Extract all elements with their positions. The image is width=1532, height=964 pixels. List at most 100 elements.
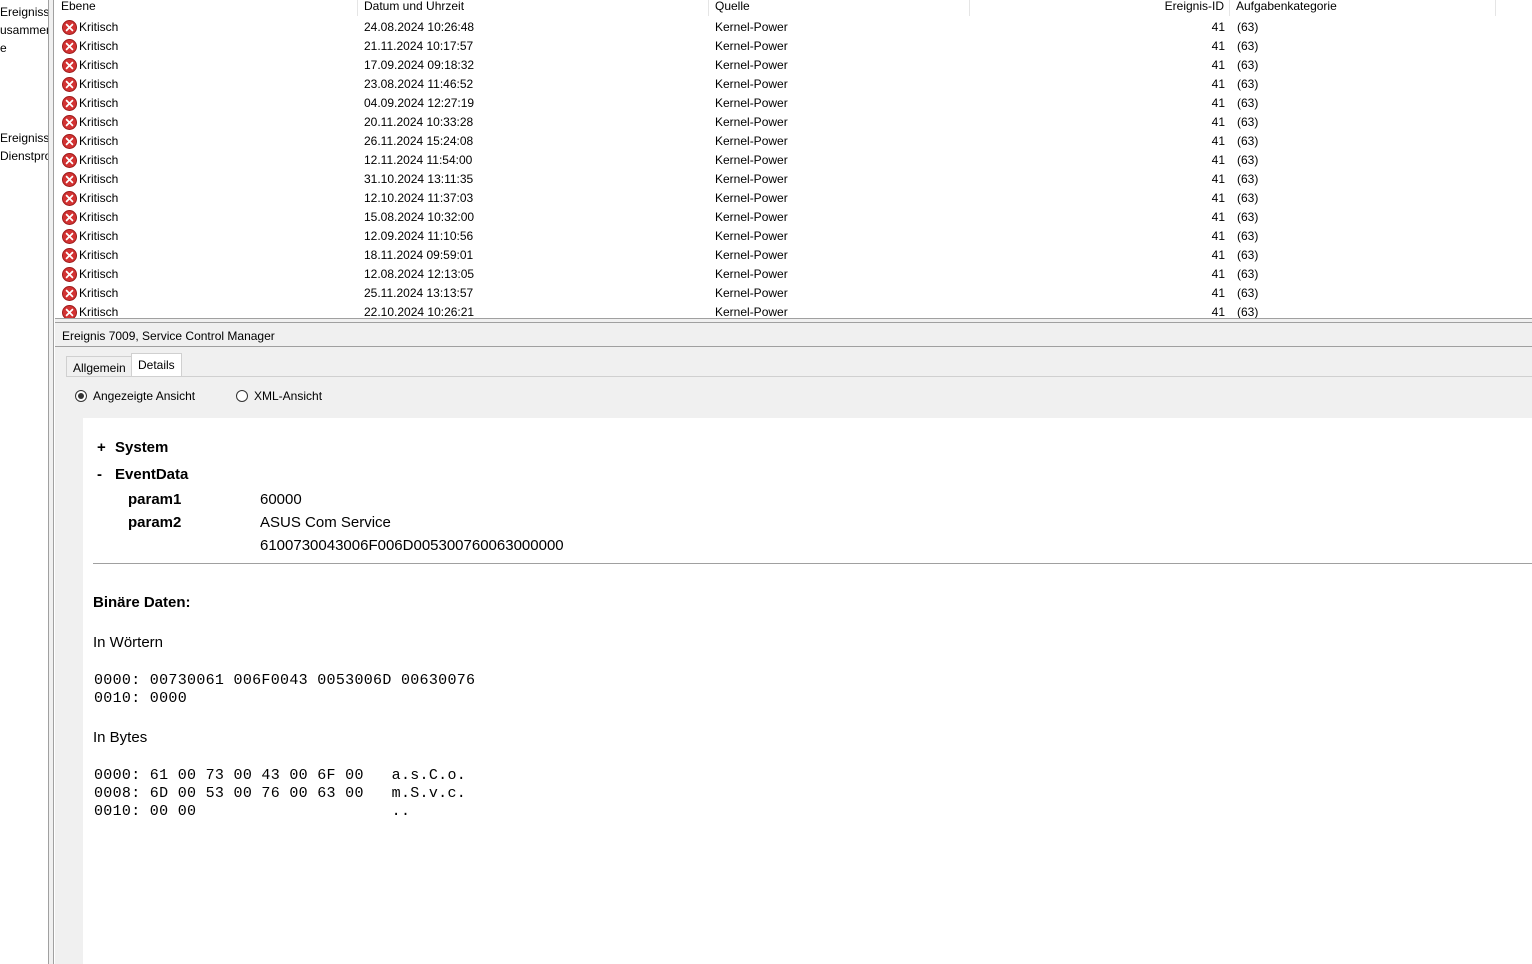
table-row[interactable]: Kritisch 21.11.2024 10:17:57 Kernel-Power 4… [55,37,1532,56]
column-header-event-id[interactable]: Ereignis-ID [970,0,1230,16]
cell-event-id: 41 [1211,191,1225,205]
critical-error-icon [62,229,77,244]
column-header-datetime[interactable]: Datum und Uhrzeit [358,0,709,16]
critical-error-icon [62,286,77,301]
column-header-source[interactable]: Quelle [709,0,970,16]
table-row[interactable]: Kritisch 12.09.2024 11:10:56 Kernel-Power 4… [55,227,1532,246]
event-list: Ebene Datum und Uhrzeit Quelle Ereignis-… [55,0,1532,319]
cell-source: Kernel-Power [715,153,788,167]
cell-datetime: 12.10.2024 11:37:03 [364,191,474,205]
table-row[interactable]: Kritisch 12.08.2024 12:13:05 Kernel-Power 4… [55,265,1532,284]
event-detail-title: Ereignis 7009, Service Control Manager [62,329,275,343]
cell-event-id: 41 [1211,210,1225,224]
table-row[interactable]: Kritisch 25.11.2024 13:13:57 Kernel-Power 4… [55,284,1532,303]
table-row[interactable]: Kritisch 18.11.2024 09:59:01 Kernel-Power 4… [55,246,1532,265]
table-row[interactable]: Kritisch 26.11.2024 15:24:08 Kernel-Power 4… [55,132,1532,151]
cell-task-category: (63) [1237,115,1259,129]
cell-task-category: (63) [1237,248,1259,262]
tab-general[interactable]: Allgemein [66,356,133,377]
cell-datetime: 04.09.2024 12:27:19 [364,96,475,110]
cell-datetime: 20.11.2024 10:33:28 [364,115,474,129]
cell-datetime: 18.11.2024 09:59:01 [364,248,474,262]
critical-error-icon [62,210,77,225]
cell-source: Kernel-Power [715,134,788,148]
table-row[interactable]: Kritisch 31.10.2024 13:11:35 Kernel-Power 4… [55,170,1532,189]
critical-error-icon [62,248,77,263]
cell-level: Kritisch [79,115,119,129]
cell-datetime: 17.09.2024 09:18:32 [364,58,475,72]
words-line-1: 0010: 0000 [94,690,188,707]
title-divider [55,346,1532,347]
tab-details[interactable]: Details [131,353,182,377]
column-header-level[interactable]: Ebene [55,0,358,16]
radio-friendly-view-label[interactable]: Angezeigte Ansicht [93,388,195,404]
cell-level: Kritisch [79,210,119,224]
param1-name: param1 [128,491,182,508]
param1-value: 60000 [260,491,302,508]
cell-datetime: 12.08.2024 12:13:05 [364,267,475,281]
nav-item-events-2[interactable]: Ereignisse [0,129,48,147]
critical-error-icon [62,20,77,35]
cell-datetime: 15.08.2024 10:32:00 [364,210,475,224]
cell-level: Kritisch [79,248,119,262]
cell-level: Kritisch [79,134,119,148]
cell-level: Kritisch [79,58,119,72]
nav-item-e[interactable]: e [0,39,7,57]
table-row[interactable]: Kritisch 04.09.2024 12:27:19 Kernel-Power 4… [55,94,1532,113]
critical-error-icon [62,153,77,168]
details-content: + System - EventData param1 60000 param2… [83,418,1532,964]
table-row[interactable]: Kritisch 24.08.2024 10:26:48 Kernel-Power 4… [55,18,1532,37]
radio-xml-view[interactable] [236,390,248,402]
radio-friendly-view[interactable] [75,390,87,402]
cell-task-category: (63) [1237,39,1259,53]
nav-item-services[interactable]: Dienstpro [0,147,48,165]
cell-datetime: 24.08.2024 10:26:48 [364,20,475,34]
cell-source: Kernel-Power [715,96,788,110]
binary-data-heading: Binäre Daten: [93,594,191,611]
table-row[interactable]: Kritisch 12.10.2024 11:37:03 Kernel-Power 4… [55,189,1532,208]
cell-source: Kernel-Power [715,267,788,281]
table-row[interactable]: Kritisch 23.08.2024 11:46:52 Kernel-Power 4… [55,75,1532,94]
pane-splitter[interactable] [48,0,54,964]
critical-error-icon [62,191,77,206]
cell-level: Kritisch [79,267,119,281]
system-section-label[interactable]: System [115,439,168,457]
bytes-line-0: 0000: 61 00 73 00 43 00 6F 00 a.s.C.o. [94,767,467,784]
table-row[interactable]: Kritisch 17.09.2024 09:18:32 Kernel-Power 4… [55,56,1532,75]
nav-item-events[interactable]: Ereignisse [0,3,48,21]
cell-level: Kritisch [79,305,119,319]
cell-source: Kernel-Power [715,20,788,34]
bytes-line-2: 0010: 00 00 .. [94,803,411,820]
cell-task-category: (63) [1237,172,1259,186]
cell-level: Kritisch [79,96,119,110]
cell-level: Kritisch [79,191,119,205]
nav-item-summary[interactable]: usammen [0,21,48,39]
cell-source: Kernel-Power [715,305,788,319]
cell-task-category: (63) [1237,77,1259,91]
cell-datetime: 12.11.2024 11:54:00 [364,153,473,167]
cell-event-id: 41 [1211,286,1225,300]
cell-event-id: 41 [1211,20,1225,34]
cell-task-category: (63) [1237,153,1259,167]
cell-task-category: (63) [1237,210,1259,224]
param2-value: ASUS Com Service [260,514,391,531]
table-row[interactable]: Kritisch 22.10.2024 10:26:21 Kernel-Power 4… [55,303,1532,319]
radio-xml-view-label[interactable]: XML-Ansicht [254,388,322,404]
table-row[interactable]: Kritisch 20.11.2024 10:33:28 Kernel-Power 4… [55,113,1532,132]
cell-task-category: (63) [1237,134,1259,148]
cell-level: Kritisch [79,172,119,186]
eventdata-collapse-toggle[interactable]: - [97,466,102,484]
table-row[interactable]: Kritisch 12.11.2024 11:54:00 Kernel-Power 4… [55,151,1532,170]
system-expand-toggle[interactable]: + [97,439,106,457]
table-row[interactable]: Kritisch 15.08.2024 10:32:00 Kernel-Power 4… [55,208,1532,227]
eventdata-section-label[interactable]: EventData [115,466,188,484]
cell-level: Kritisch [79,39,119,53]
cell-datetime: 26.11.2024 15:24:08 [364,134,474,148]
cell-task-category: (63) [1237,58,1259,72]
cell-datetime: 31.10.2024 13:11:35 [364,172,474,186]
cell-event-id: 41 [1211,248,1225,262]
cell-event-id: 41 [1211,58,1225,72]
cell-event-id: 41 [1211,229,1225,243]
column-header-task-category[interactable]: Aufgabenkategorie [1230,0,1496,16]
bytes-label: In Bytes [93,729,148,746]
